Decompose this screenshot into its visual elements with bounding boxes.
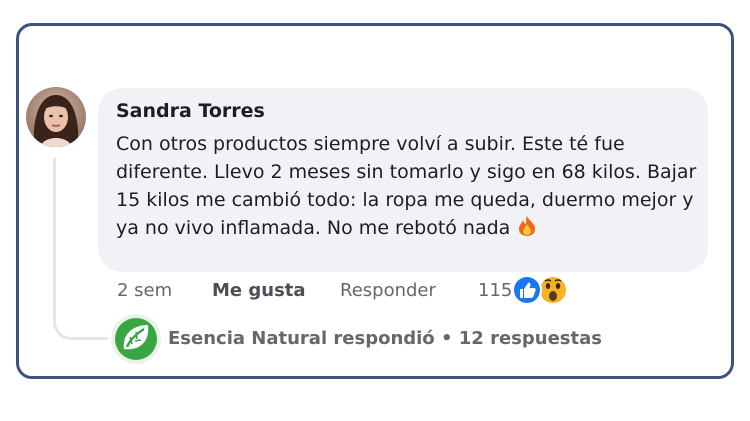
comment-text: Con otros productos siempre volví a subi…: [116, 130, 706, 245]
page-name[interactable]: Esencia Natural: [168, 328, 327, 349]
separator-dot: •: [440, 328, 453, 349]
replied-label: respondió: [333, 328, 435, 349]
like-reaction-icon: [512, 275, 542, 305]
reply-button[interactable]: Responder: [340, 280, 436, 301]
comment-body: Con otros productos siempre volví a subi…: [116, 133, 697, 239]
commenter-avatar[interactable]: [26, 87, 86, 147]
wow-reaction-icon: [538, 275, 568, 305]
reaction-count[interactable]: 115: [478, 280, 512, 301]
reply-count[interactable]: 12 respuestas: [459, 328, 602, 349]
replies-text[interactable]: Esencia Natural respondió • 12 respuesta…: [168, 328, 602, 349]
esencia-natural-logo-icon[interactable]: [110, 313, 162, 365]
fire-emoji-icon: [516, 215, 538, 245]
like-button[interactable]: Me gusta: [212, 280, 306, 301]
comment-author[interactable]: Sandra Torres: [116, 100, 265, 122]
timestamp-link[interactable]: 2 sem: [117, 280, 172, 301]
reaction-icons[interactable]: [511, 274, 569, 308]
